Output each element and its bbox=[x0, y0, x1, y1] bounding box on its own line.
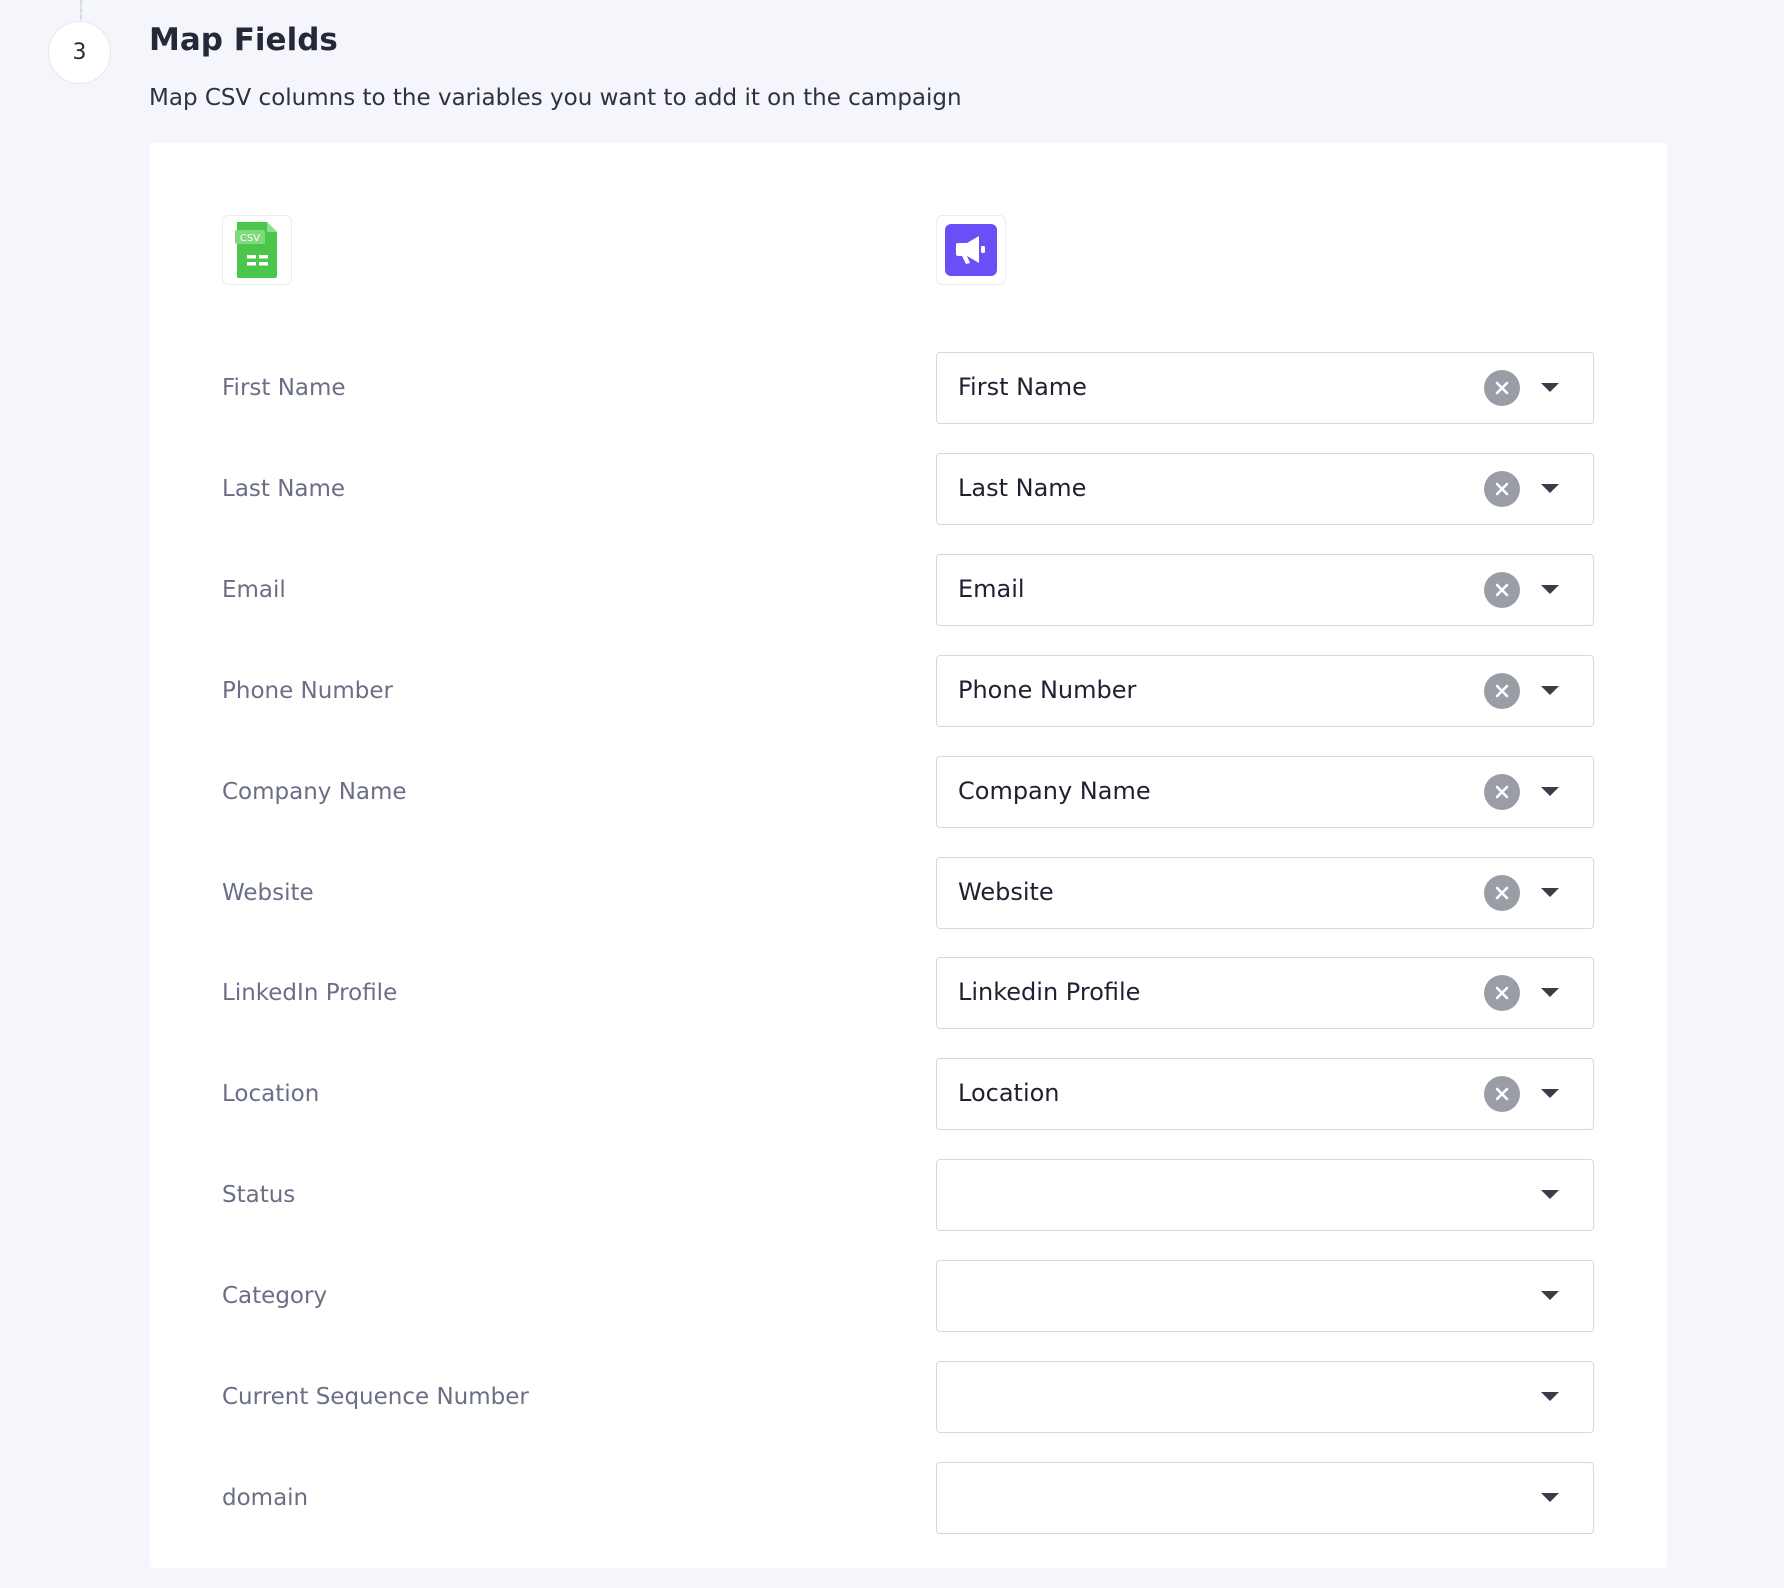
step-number-badge: 3 bbox=[48, 21, 111, 84]
mapping-row: Status bbox=[150, 1159, 1667, 1231]
csv-column-label: Phone Number bbox=[222, 678, 393, 704]
chevron-down-icon[interactable] bbox=[1541, 585, 1559, 594]
step-number: 3 bbox=[72, 40, 87, 65]
clear-icon[interactable] bbox=[1484, 370, 1520, 406]
page-description: Map CSV columns to the variables you wan… bbox=[149, 85, 962, 111]
mapping-card: CSV First Name First Name Last Name Last Na… bbox=[150, 143, 1667, 1568]
variable-select[interactable] bbox=[936, 1361, 1594, 1433]
csv-column-label: Current Sequence Number bbox=[222, 1384, 529, 1410]
clear-icon[interactable] bbox=[1484, 471, 1520, 507]
csv-column-label: Last Name bbox=[222, 476, 346, 502]
clear-icon[interactable] bbox=[1484, 572, 1520, 608]
csv-file-icon: CSV bbox=[235, 222, 277, 278]
mapping-row: Last Name Last Name bbox=[150, 453, 1667, 525]
variable-select[interactable]: Location bbox=[936, 1058, 1594, 1130]
clear-icon[interactable] bbox=[1484, 673, 1520, 709]
chevron-down-icon[interactable] bbox=[1541, 383, 1559, 392]
csv-column-label: domain bbox=[222, 1485, 309, 1511]
csv-logo-text: CSV bbox=[240, 233, 260, 244]
clear-icon[interactable] bbox=[1484, 1076, 1520, 1112]
chevron-down-icon[interactable] bbox=[1541, 1493, 1559, 1502]
variable-select[interactable]: Email bbox=[936, 554, 1594, 626]
variable-select[interactable]: Company Name bbox=[936, 756, 1594, 828]
megaphone-icon bbox=[945, 224, 997, 276]
mapping-row: LinkedIn Profile Linkedin Profile bbox=[150, 957, 1667, 1029]
selected-variable: First Name bbox=[958, 373, 1087, 401]
chevron-down-icon[interactable] bbox=[1541, 1190, 1559, 1199]
selected-variable: Website bbox=[958, 878, 1054, 906]
mapping-row: First Name First Name bbox=[150, 352, 1667, 424]
csv-column-label: Status bbox=[222, 1182, 296, 1208]
chevron-down-icon[interactable] bbox=[1541, 1291, 1559, 1300]
csv-column-label: Email bbox=[222, 577, 286, 603]
mapping-row: Phone Number Phone Number bbox=[150, 655, 1667, 727]
csv-column-label: Category bbox=[222, 1283, 328, 1309]
chevron-down-icon[interactable] bbox=[1541, 686, 1559, 695]
variable-select[interactable] bbox=[936, 1462, 1594, 1534]
mapping-row: Current Sequence Number bbox=[150, 1361, 1667, 1433]
clear-icon[interactable] bbox=[1484, 975, 1520, 1011]
chevron-down-icon[interactable] bbox=[1541, 1089, 1559, 1098]
csv-column-label: Website bbox=[222, 880, 314, 906]
app-logo bbox=[936, 215, 1006, 285]
variable-select[interactable]: Linkedin Profile bbox=[936, 957, 1594, 1029]
selected-variable: Last Name bbox=[958, 474, 1087, 502]
mapping-row: Email Email bbox=[150, 554, 1667, 626]
variable-select[interactable]: First Name bbox=[936, 352, 1594, 424]
clear-icon[interactable] bbox=[1484, 774, 1520, 810]
variable-select[interactable] bbox=[936, 1260, 1594, 1332]
csv-logo: CSV bbox=[222, 215, 292, 285]
chevron-down-icon[interactable] bbox=[1541, 988, 1559, 997]
selected-variable: Linkedin Profile bbox=[958, 978, 1141, 1006]
mapping-row: Location Location bbox=[150, 1058, 1667, 1130]
selected-variable: Email bbox=[958, 575, 1025, 603]
page-title: Map Fields bbox=[149, 22, 338, 58]
csv-column-label: Location bbox=[222, 1081, 320, 1107]
chevron-down-icon[interactable] bbox=[1541, 1392, 1559, 1401]
chevron-down-icon[interactable] bbox=[1541, 484, 1559, 493]
variable-select[interactable]: Website bbox=[936, 857, 1594, 929]
clear-icon[interactable] bbox=[1484, 875, 1520, 911]
variable-select[interactable] bbox=[936, 1159, 1594, 1231]
variable-select[interactable]: Phone Number bbox=[936, 655, 1594, 727]
mapping-row: Website Website bbox=[150, 857, 1667, 929]
mapping-row: Category bbox=[150, 1260, 1667, 1332]
chevron-down-icon[interactable] bbox=[1541, 787, 1559, 796]
csv-column-label: Company Name bbox=[222, 779, 407, 805]
csv-column-label: LinkedIn Profile bbox=[222, 980, 398, 1006]
selected-variable: Phone Number bbox=[958, 676, 1137, 704]
step-connector-line bbox=[80, 0, 82, 20]
csv-column-label: First Name bbox=[222, 375, 346, 401]
variable-select[interactable]: Last Name bbox=[936, 453, 1594, 525]
selected-variable: Location bbox=[958, 1079, 1060, 1107]
mapping-row: domain bbox=[150, 1462, 1667, 1534]
selected-variable: Company Name bbox=[958, 777, 1151, 805]
mapping-row: Company Name Company Name bbox=[150, 756, 1667, 828]
chevron-down-icon[interactable] bbox=[1541, 888, 1559, 897]
